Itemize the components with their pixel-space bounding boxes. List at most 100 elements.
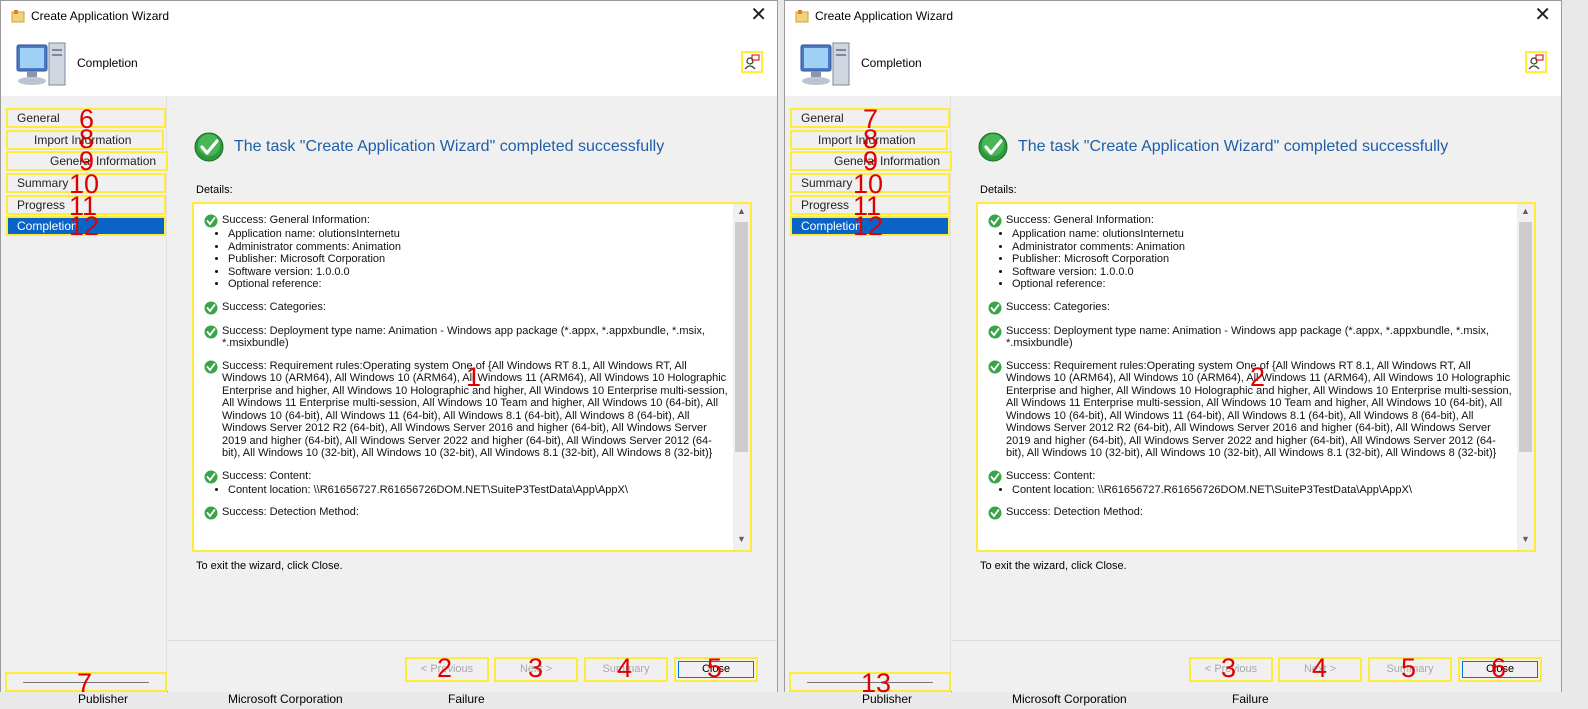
- detail-section: Success: Detection Method:: [204, 506, 728, 520]
- wizard-sidebar: General 7 Import Information 8 General I…: [785, 96, 952, 697]
- detail-section: Success: Content: Content location: \\R61…: [204, 470, 728, 497]
- button-bar: < Previous 2 Next > 3 Summary 4 Close 5: [168, 640, 777, 692]
- background-text: Microsoft Corporation: [228, 692, 343, 706]
- next-button[interactable]: Next >: [1278, 657, 1362, 682]
- computer-icon: [16, 42, 66, 86]
- detail-section: Success: Detection Method:: [988, 506, 1512, 520]
- detail-section: Success: Deployment type name: Animation…: [988, 325, 1512, 350]
- detail-item: Software version: 1.0.0.0: [1012, 266, 1512, 279]
- detail-section: Success: Categories:: [988, 301, 1512, 315]
- nav-item-import-information[interactable]: Import Information: [6, 130, 164, 150]
- detail-heading: Success: Deployment type name: Animation…: [1006, 324, 1490, 350]
- detail-heading: Success: Content:: [222, 469, 312, 482]
- details-label: Details:: [980, 184, 1017, 196]
- page-title: Completion: [77, 56, 138, 70]
- success-check-icon: [988, 325, 1002, 338]
- sidebar-splitter[interactable]: [789, 672, 951, 692]
- next-button[interactable]: Next >: [494, 657, 578, 682]
- scroll-thumb[interactable]: [1519, 222, 1532, 452]
- close-icon[interactable]: ✕: [750, 5, 767, 25]
- scroll-up-icon[interactable]: ▲: [733, 206, 750, 220]
- success-check-icon: [988, 360, 1002, 373]
- success-check-icon: [204, 360, 218, 373]
- close-button[interactable]: Close: [674, 657, 758, 682]
- scroll-thumb[interactable]: [735, 222, 748, 452]
- nav-item-progress[interactable]: Progress: [6, 195, 166, 215]
- success-check-icon: [988, 470, 1002, 483]
- button-bar: < Previous 3 Next > 4 Summary 5 Close 6: [952, 640, 1561, 692]
- sidebar-splitter[interactable]: [5, 672, 167, 692]
- detail-section: Success: General Information: Application…: [988, 214, 1512, 291]
- close-icon[interactable]: ✕: [1534, 5, 1551, 25]
- wizard-window-1: Create Application Wizard ✕ Completion G…: [0, 0, 778, 697]
- detail-heading: Success: General Information:: [222, 214, 370, 226]
- success-check-icon: [204, 470, 218, 483]
- scroll-down-icon[interactable]: ▼: [733, 534, 750, 548]
- nav-item-general-information[interactable]: General Information: [790, 151, 952, 171]
- detail-heading: Success: Content:: [1006, 469, 1096, 482]
- detail-section: Success: Content: Content location: \\R61…: [988, 470, 1512, 497]
- success-check-icon: [204, 301, 218, 314]
- background-text: Microsoft Corporation: [1012, 692, 1127, 706]
- detail-heading: Success: Deployment type name: Animation…: [222, 324, 706, 350]
- app-icon: [795, 10, 809, 23]
- detail-section: Success: Requirement rules:Operating sys…: [204, 360, 728, 460]
- success-check-icon: [978, 132, 1008, 162]
- detail-heading: Success: Categories:: [222, 300, 326, 313]
- background-text: Publisher: [78, 692, 129, 706]
- nav-item-summary[interactable]: Summary: [6, 173, 166, 193]
- detail-heading: Success: Detection Method:: [222, 506, 359, 518]
- wizard-header: Completion: [785, 31, 1561, 96]
- close-button[interactable]: Close: [1458, 657, 1542, 682]
- detail-section: Success: Requirement rules:Operating sys…: [988, 360, 1512, 460]
- success-check-icon: [194, 132, 224, 162]
- success-message: The task "Create Application Wizard" com…: [1018, 138, 1449, 155]
- detail-heading: Success: Categories:: [1006, 300, 1110, 313]
- previous-button[interactable]: < Previous: [405, 657, 489, 682]
- summary-button[interactable]: Summary: [1368, 657, 1452, 682]
- detail-heading: Success: Requirement rules:Operating sys…: [222, 359, 728, 460]
- vertical-scrollbar[interactable]: ▲ ▼: [1517, 204, 1534, 550]
- page-title: Completion: [861, 56, 922, 70]
- previous-button[interactable]: < Previous: [1189, 657, 1273, 682]
- detail-item: Optional reference:: [228, 278, 728, 291]
- detail-item: Content location: \\R61656727.R61656726D…: [228, 484, 728, 497]
- computer-icon: [800, 42, 850, 86]
- background-text: Publisher: [862, 692, 913, 706]
- app-icon: [11, 10, 25, 23]
- help-icon[interactable]: [1525, 51, 1547, 73]
- nav-item-general-information[interactable]: General Information: [6, 151, 168, 171]
- details-content: Success: General Information: Application…: [988, 214, 1512, 530]
- summary-button[interactable]: Summary: [584, 657, 668, 682]
- detail-item: Publisher: Microsoft Corporation: [228, 253, 728, 266]
- scroll-down-icon[interactable]: ▼: [1517, 534, 1534, 548]
- scroll-up-icon[interactable]: ▲: [1517, 206, 1534, 220]
- details-textbox[interactable]: Success: General Information: Application…: [976, 202, 1536, 552]
- wizard-header: Completion: [1, 31, 777, 96]
- success-check-icon: [204, 214, 218, 228]
- nav-item-general[interactable]: General: [790, 108, 950, 128]
- background-text: Failure: [1232, 692, 1269, 706]
- success-message: The task "Create Application Wizard" com…: [234, 138, 665, 155]
- nav-item-import-information[interactable]: Import Information: [790, 130, 948, 150]
- nav-item-summary[interactable]: Summary: [790, 173, 950, 193]
- detail-section: Success: Deployment type name: Animation…: [204, 325, 728, 350]
- wizard-sidebar: General 6 Import Information 8 General I…: [1, 96, 168, 697]
- nav-item-general[interactable]: General: [6, 108, 166, 128]
- detail-item: Optional reference:: [1012, 278, 1512, 291]
- detail-heading: Success: Detection Method:: [1006, 506, 1143, 518]
- exit-instruction: To exit the wizard, click Close.: [196, 560, 343, 572]
- success-check-icon: [988, 301, 1002, 314]
- details-textbox[interactable]: Success: General Information: Application…: [192, 202, 752, 552]
- wizard-window-2: Create Application Wizard ✕ Completion G…: [784, 0, 1562, 697]
- nav-item-completion[interactable]: Completion: [790, 216, 950, 236]
- success-check-icon: [204, 325, 218, 338]
- nav-item-completion[interactable]: Completion: [6, 216, 166, 236]
- details-content: Success: General Information: Application…: [204, 214, 728, 530]
- vertical-scrollbar[interactable]: ▲ ▼: [733, 204, 750, 550]
- detail-item: Content location: \\R61656727.R61656726D…: [1012, 484, 1512, 497]
- help-icon[interactable]: [741, 51, 763, 73]
- detail-heading: Success: Requirement rules:Operating sys…: [1006, 359, 1512, 460]
- nav-item-progress[interactable]: Progress: [790, 195, 950, 215]
- detail-item: Administrator comments: Animation: [1012, 241, 1512, 254]
